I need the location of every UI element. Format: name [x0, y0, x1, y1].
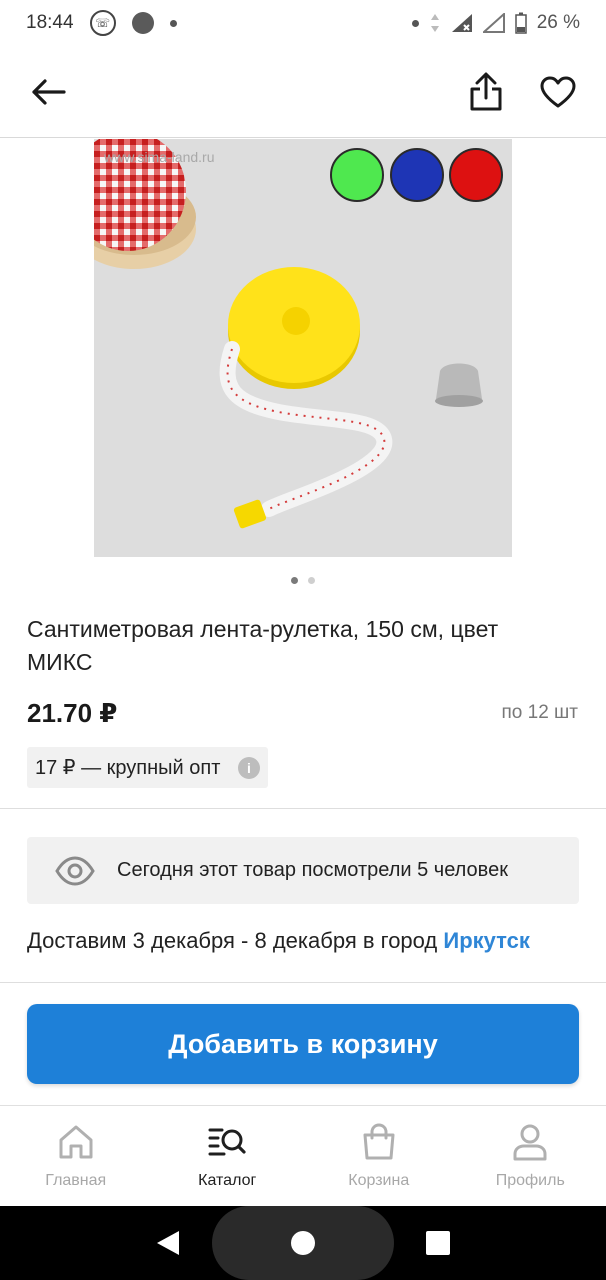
wholesale-chip: 17 ₽ — крупный опт i: [27, 747, 268, 788]
nav-label-profile: Профиль: [495, 1172, 565, 1189]
battery-percent: 26 %: [536, 12, 580, 33]
delivery-city-link[interactable]: Иркутск: [443, 928, 530, 953]
product-title: Сантиметровая лента-рулетка, 150 см, цве…: [27, 616, 499, 675]
signal-icon: [451, 14, 472, 32]
add-to-cart-button[interactable]: Добавить в корзину: [27, 1004, 579, 1084]
status-time: 18:44: [26, 12, 74, 33]
notification-dot-icon: [131, 12, 154, 34]
share-button[interactable]: [462, 68, 510, 116]
status-bar: 18:44 ☏ 26 %: [0, 0, 606, 46]
recents-square-icon[interactable]: [425, 1230, 451, 1256]
views-banner: Сегодня этот товар посмотрели 5 человек: [27, 837, 579, 904]
image-pager: [0, 577, 606, 584]
nav-item-catalog[interactable]: Каталог: [152, 1106, 304, 1206]
nav-label-catalog: Каталог: [198, 1172, 257, 1189]
color-swatch-blue: [390, 148, 444, 202]
product-photo-illustration: [94, 139, 512, 557]
more-notifications-icon: [169, 19, 177, 27]
heart-icon: [540, 76, 576, 107]
product-price: 21.70 ₽: [27, 698, 118, 728]
status-dot-icon: [411, 19, 419, 27]
share-icon: [470, 72, 502, 110]
profile-icon: [513, 1124, 547, 1161]
favorite-button[interactable]: [534, 68, 582, 116]
eye-icon: [55, 855, 95, 886]
watermark: www.sima-land.ru: [104, 149, 215, 165]
app-bar: [0, 46, 606, 138]
nav-item-profile[interactable]: Профиль: [455, 1106, 606, 1206]
divider: [0, 808, 606, 809]
color-swatch-green: [330, 148, 384, 202]
catalog-search-icon: [208, 1128, 246, 1156]
views-text: Сегодня этот товар посмотрели 5 человек: [117, 859, 508, 881]
pager-dot[interactable]: [308, 577, 315, 584]
delivery-info: Доставим 3 декабря - 8 декабря в город И…: [27, 928, 530, 954]
back-button[interactable]: [24, 68, 72, 116]
signal-2-icon: [482, 13, 505, 33]
bottom-nav: Главная Каталог Корзина Профиль: [0, 1105, 606, 1206]
per-unit-label: по 12 шт: [501, 702, 579, 723]
info-icon[interactable]: i: [238, 756, 260, 779]
nav-item-cart[interactable]: Корзина: [303, 1106, 455, 1206]
data-arrows-icon: [430, 14, 439, 32]
home-icon: [59, 1125, 93, 1159]
delivery-text: Доставим 3 декабря - 8 декабря в город: [27, 928, 444, 953]
nav-label-home: Главная: [45, 1172, 107, 1189]
battery-icon: [514, 12, 527, 34]
product-image[interactable]: www.sima-land.ru: [94, 139, 512, 557]
color-swatch-red: [449, 148, 503, 202]
cart-bag-icon: [363, 1123, 395, 1160]
system-nav-bar: [0, 1206, 606, 1280]
pager-dot-active[interactable]: [291, 577, 298, 584]
divider: [0, 982, 606, 983]
wholesale-label: 17 ₽ — крупный опт: [35, 757, 221, 779]
nav-label-cart: Корзина: [348, 1172, 410, 1189]
back-triangle-icon[interactable]: [155, 1229, 181, 1257]
nav-item-home[interactable]: Главная: [0, 1106, 152, 1206]
viber-icon: ☏: [89, 10, 116, 36]
home-circle-icon[interactable]: [290, 1230, 316, 1256]
arrow-left-icon: [32, 78, 66, 105]
